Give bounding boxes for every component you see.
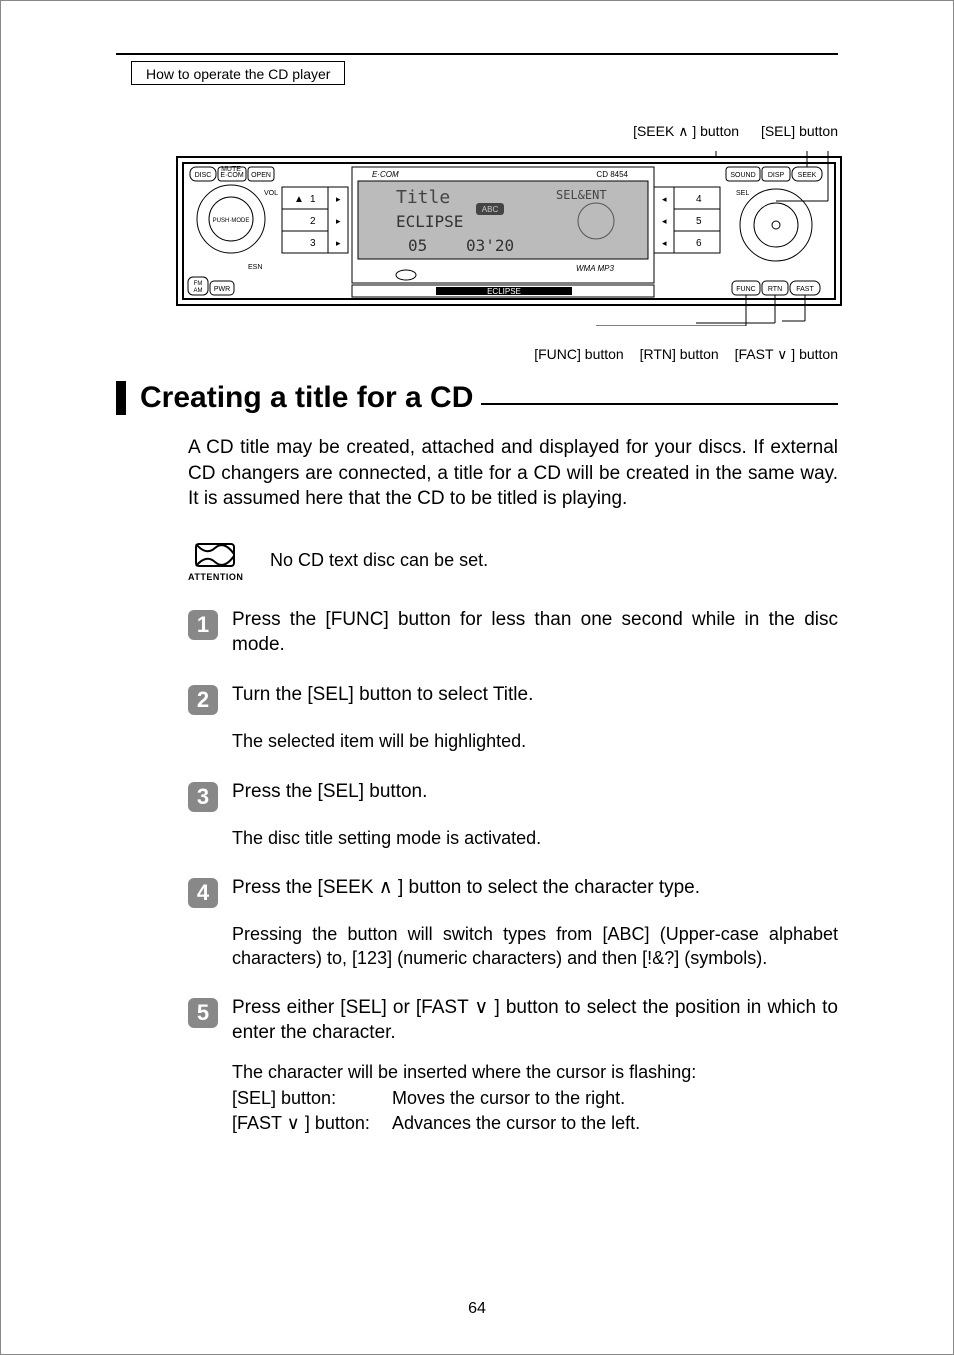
- heading-text: Creating a title for a CD: [140, 381, 473, 415]
- svg-text:5: 5: [696, 216, 702, 227]
- svg-text:2: 2: [310, 216, 316, 227]
- ecom-logo: E·COM: [372, 170, 399, 179]
- disc-label: DISC: [195, 172, 212, 179]
- rtn-button-label: [RTN] button: [640, 346, 719, 362]
- step-body: Press the [FUNC] button for less than on…: [232, 608, 838, 657]
- lcd-badge: ABC: [482, 205, 499, 214]
- step-4-sub: Pressing the button will switch types fr…: [232, 922, 838, 971]
- model-label: CD 8454: [596, 170, 628, 179]
- svg-text:6: 6: [696, 238, 702, 249]
- fast-button-label: [FAST ∨ ] button: [735, 346, 838, 362]
- preset-right-col: ◂ 4 ◂ 5 ◂ 6: [662, 187, 720, 253]
- page-number: 64: [1, 1300, 953, 1318]
- def-text: Moves the cursor to the right.: [392, 1088, 625, 1109]
- svg-text:4: 4: [696, 194, 702, 205]
- lcd-line2: ECLIPSE: [396, 212, 463, 231]
- preset-left-col: ▲ 1 2 3 ▸ ▸ ▸: [282, 187, 341, 253]
- def-text: Advances the cursor to the left.: [392, 1113, 640, 1134]
- vol-label: VOL: [264, 190, 278, 197]
- page: How to operate the CD player [SEEK ∧ ] b…: [0, 0, 954, 1355]
- disp-label: DISP: [768, 172, 785, 179]
- svg-text:AM: AM: [194, 288, 203, 294]
- step-body: Press either [SEL] or [FAST ∨ ] button t…: [232, 996, 838, 1045]
- svg-text:1: 1: [310, 194, 316, 205]
- step-body: Turn the [SEL] button to select Title.: [232, 683, 838, 715]
- step-number-badge: 4: [188, 878, 218, 908]
- step-5-sub: The character will be inserted where the…: [232, 1060, 838, 1084]
- def-label: [FAST ∨ ] button:: [232, 1113, 392, 1134]
- seek-button-label: [SEEK ∧ ] button: [633, 123, 739, 139]
- svg-text:▸: ▸: [336, 216, 341, 226]
- seek-label: SEEK: [798, 172, 817, 179]
- step-4: 4 Press the [SEEK ∧ ] button to select t…: [188, 876, 838, 908]
- intro-paragraph: A CD title may be created, attached and …: [188, 435, 838, 512]
- svg-text:▸: ▸: [336, 238, 341, 248]
- brand-under: ECLIPSE: [487, 287, 521, 296]
- device-figure: [SEEK ∧ ] button [SEL] button MUTE DISC …: [176, 123, 838, 363]
- step-2: 2 Turn the [SEL] button to select Title.: [188, 683, 838, 715]
- def-label: [SEL] button:: [232, 1088, 392, 1109]
- step-1: 1 Press the [FUNC] button for less than …: [188, 608, 838, 657]
- step-body: Press the [SEEK ∧ ] button to select the…: [232, 876, 838, 908]
- svg-text:3: 3: [310, 238, 316, 249]
- figure-top-labels: [SEEK ∧ ] button [SEL] button: [615, 123, 838, 140]
- lcd-time: 03'20: [466, 236, 514, 255]
- push-mode-label: PUSH·MODE: [213, 218, 250, 224]
- car-stereo-diagram: MUTE DISC E·COM OPEN VOL PUSH·MODE ESN F…: [176, 151, 842, 326]
- breadcrumb: How to operate the CD player: [131, 61, 345, 85]
- step-body: Press the [SEL] button.: [232, 780, 838, 812]
- step-number-badge: 2: [188, 685, 218, 715]
- ecom-btn-label: E·COM: [220, 172, 244, 179]
- svg-text:▸: ▸: [336, 194, 341, 204]
- step-2-sub: The selected item will be highlighted.: [232, 729, 838, 753]
- fast-label: FAST: [796, 286, 814, 293]
- lcd-src: SEL&ENT: [556, 188, 607, 202]
- step-5: 5 Press either [SEL] or [FAST ∨ ] button…: [188, 996, 838, 1045]
- attention-text: No CD text disc can be set.: [270, 550, 488, 571]
- attention-icon: ATTENTION: [188, 540, 242, 582]
- svg-text:▲: ▲: [294, 194, 304, 205]
- sel-ring-label: SEL: [736, 190, 749, 197]
- step-number-badge: 3: [188, 782, 218, 812]
- step-5-def-1: [SEL] button: Moves the cursor to the ri…: [232, 1088, 838, 1109]
- step-3: 3 Press the [SEL] button.: [188, 780, 838, 812]
- pwr-label: PWR: [214, 286, 230, 293]
- step-number-badge: 1: [188, 610, 218, 640]
- svg-text:◂: ◂: [662, 216, 667, 226]
- heading-bar-icon: [116, 381, 126, 415]
- func-button-label: [FUNC] button: [534, 346, 623, 362]
- step-3-sub: The disc title setting mode is activated…: [232, 826, 838, 850]
- section-heading: Creating a title for a CD: [116, 381, 838, 415]
- step-number-badge: 5: [188, 998, 218, 1028]
- step-5-def-2: [FAST ∨ ] button: Advances the cursor to…: [232, 1113, 838, 1134]
- figure-bottom-labels: [FUNC] button [RTN] button [FAST ∨ ] but…: [522, 346, 838, 363]
- svg-text:◂: ◂: [662, 238, 667, 248]
- heading-rule: [481, 403, 838, 405]
- rtn-label: RTN: [768, 286, 782, 293]
- sound-label: SOUND: [730, 172, 755, 179]
- wma-mp3-label: WMA MP3: [576, 264, 614, 273]
- sel-button-label: [SEL] button: [761, 123, 838, 139]
- lcd-title: Title: [396, 187, 450, 208]
- fmam-label: FM: [194, 281, 203, 287]
- attention-label: ATTENTION: [188, 572, 242, 582]
- lcd-track: 05: [408, 236, 427, 255]
- svg-text:◂: ◂: [662, 194, 667, 204]
- open-label: OPEN: [251, 172, 271, 179]
- func-label: FUNC: [736, 286, 755, 293]
- top-rule: [116, 53, 838, 55]
- attention-block: ATTENTION No CD text disc can be set.: [188, 540, 838, 582]
- esn-label: ESN: [248, 264, 262, 271]
